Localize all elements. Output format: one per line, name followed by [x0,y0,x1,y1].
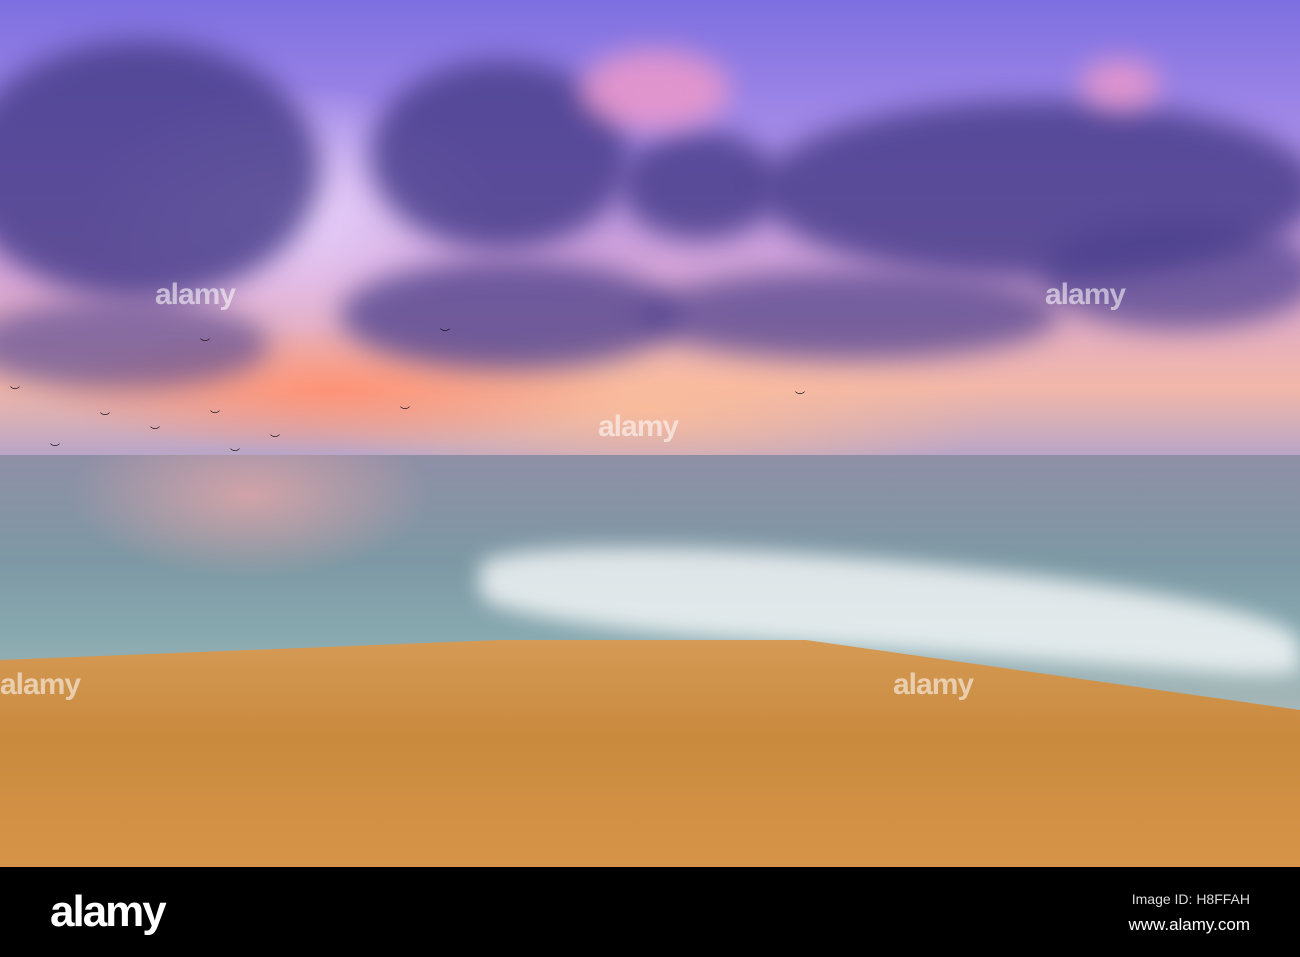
bird: ︶ [795,392,805,403]
cloud [620,130,780,240]
watermark: alamy [1045,278,1126,311]
watermark: alamy [598,410,679,443]
watermark: alamy [0,668,81,701]
bird: ︶ [50,444,60,455]
bird: ︶ [400,407,410,418]
bird: ︶ [200,339,210,350]
bird: ︶ [230,449,240,460]
pink-cloud [580,50,730,130]
bird: ︶ [270,435,280,446]
cloud [640,270,1060,360]
website-link: www.alamy.com [1128,915,1250,934]
bird: ︶ [150,427,160,438]
cloud [340,260,680,370]
alamy-logo: alamy [50,887,167,936]
bird: ︶ [10,387,20,398]
pink-cloud [1080,60,1160,110]
footer-bar: alamy Image ID: H8FFAH www.alamy.com [0,867,1300,957]
beach-sunset-photo: ︶ ︶ ︶ ︶ ︶ ︶ ︶ ︶ ︶ ︶ ︶ alamy alamy alamy … [0,0,1300,867]
image-id: Image ID: H8FFAH [1131,891,1250,907]
bird: ︶ [210,411,220,422]
watermark: alamy [155,278,236,311]
watermark: alamy [893,668,974,701]
bird: ︶ [440,329,450,340]
bird: ︶ [100,413,110,424]
